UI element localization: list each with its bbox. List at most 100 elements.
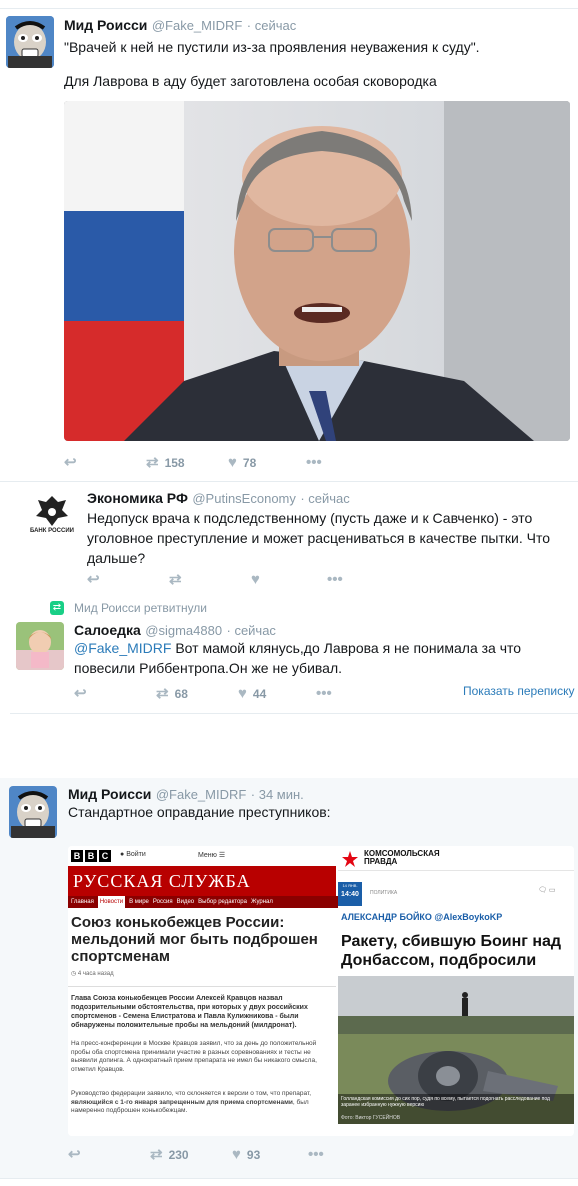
retweet-button[interactable]: ⇄ 68 xyxy=(156,686,188,702)
bbc-logo: B B C xyxy=(71,850,111,862)
retweet-count: 158 xyxy=(164,456,185,470)
heart-icon: ♥ xyxy=(228,454,237,471)
retweet-button[interactable]: ⇄ 230 xyxy=(150,1147,189,1163)
kp-share-icons[interactable]: 🗨 ▭ xyxy=(538,886,555,894)
author-name[interactable]: Мид Роисси xyxy=(64,17,147,33)
retweet-icon: ⇄ xyxy=(50,601,64,615)
tweet-text: @Fake_MIDRF Вот мамой клянусь,до Лаврова… xyxy=(74,638,554,678)
avatar[interactable] xyxy=(16,622,64,670)
retweet-count: 68 xyxy=(174,687,188,701)
reply-icon: ↩ xyxy=(87,571,100,588)
tweet-actions: ↩ ⇄ 230 ♥ 93 ••• xyxy=(68,1147,508,1165)
tweet-text-line2: Для Лаврова в аду будет заготовлена особ… xyxy=(64,73,437,89)
author-name[interactable]: Салоедка xyxy=(74,622,141,638)
reply-button[interactable]: ↩ xyxy=(87,572,100,588)
bbc-login[interactable]: ● Войти xyxy=(120,851,146,858)
tweet-photo[interactable] xyxy=(64,101,570,441)
more-button[interactable]: ••• xyxy=(327,572,343,588)
bbc-header: РУССКАЯ СЛУЖБА xyxy=(68,866,336,896)
tweet-actions: ↩ ⇄ 68 ♥ 44 ••• xyxy=(74,686,474,704)
bbc-service-title: РУССКАЯ СЛУЖБА xyxy=(73,871,251,891)
more-icon: ••• xyxy=(327,571,343,588)
more-icon: ••• xyxy=(316,685,332,702)
like-count: 93 xyxy=(246,1148,261,1162)
bbc-paragraph: Руководство федерации заявило, что склон… xyxy=(71,1090,312,1114)
mention-link[interactable]: @Fake_MIDRF xyxy=(74,640,171,656)
divider xyxy=(0,481,578,482)
user-icon: ● xyxy=(120,851,125,858)
tweet-text: Стандартное оправдание преступников: xyxy=(68,804,331,820)
menu-icon: ☰ xyxy=(218,852,226,859)
clock-icon: ◷ xyxy=(71,971,77,977)
bbc-lead: Глава Союза конькобежцев России Алексей … xyxy=(71,995,308,1029)
tweet-photo[interactable]: B B C ● Войти Меню ☰ РУССКАЯ СЛУЖБА Глав… xyxy=(68,846,574,1136)
kp-date-badge: 14 ЯНВ. 14:40 xyxy=(338,882,362,906)
heart-icon: ♥ xyxy=(238,685,247,702)
more-icon: ••• xyxy=(308,1146,324,1163)
kp-author: АЛЕКСАНДР БОЙКО @AlexBoykoKP xyxy=(341,912,503,922)
bbc-nav-item[interactable]: Выбор редактора xyxy=(198,896,247,908)
bbc-nav-item[interactable]: Видео xyxy=(177,896,195,908)
reply-button[interactable]: ↩ xyxy=(64,455,77,471)
timestamp[interactable]: · 34 мин. xyxy=(251,787,304,802)
timestamp[interactable]: · сейчас xyxy=(247,18,296,33)
avatar[interactable]: БАНК РОССИИ xyxy=(28,490,76,538)
bbc-screenshot: B B C ● Войти Меню ☰ РУССКАЯ СЛУЖБА Глав… xyxy=(68,846,339,1136)
more-icon: ••• xyxy=(306,454,322,471)
more-button[interactable]: ••• xyxy=(306,455,322,471)
author-handle[interactable]: @Fake_MIDRF xyxy=(156,787,247,802)
retweet-button[interactable]: ⇄ 158 xyxy=(146,455,185,471)
retweet-count: 230 xyxy=(168,1148,189,1162)
retweet-notice: ⇄ Мид Роисси ретвитнули xyxy=(50,601,207,615)
author-name[interactable]: Мид Роисси xyxy=(68,786,151,802)
kp-star-icon xyxy=(341,850,359,868)
bbc-nav: Главная Новости В мире Россия Видео Выбо… xyxy=(68,896,339,908)
like-button[interactable]: ♥ 44 xyxy=(238,686,266,702)
kp-section: ПОЛИТИКА xyxy=(370,890,398,896)
divider xyxy=(0,8,578,9)
timestamp[interactable]: · сейчас xyxy=(227,623,276,638)
bbc-paragraph: На пресс-конференции в Москве Кравцов за… xyxy=(71,1040,317,1073)
retweet-button[interactable]: ⇄ xyxy=(169,572,182,588)
tweet-actions: ↩ ⇄ 158 ♥ 78 ••• xyxy=(64,455,564,473)
tweet-text: Недопуск врача к подследственному (пусть… xyxy=(87,510,554,566)
kp-photo-credit: Фото: Виктор ГУСЕЙНОВ xyxy=(341,1115,401,1121)
tweet-actions: ↩ ⇄ ♥ ••• xyxy=(87,572,557,590)
reply-icon: ↩ xyxy=(64,454,77,471)
like-button[interactable]: ♥ 93 xyxy=(232,1147,260,1163)
retweet-icon: ⇄ xyxy=(169,571,182,588)
kp-photo: Голландская комиссия до сих пор, судя по… xyxy=(338,976,574,1124)
avatar[interactable] xyxy=(6,16,54,68)
bbc-nav-item[interactable]: В мире xyxy=(129,896,149,908)
bbc-nav-item[interactable]: Новости xyxy=(97,896,126,908)
more-button[interactable]: ••• xyxy=(308,1147,324,1163)
kp-photo-caption: Голландская комиссия до сих пор, судя по… xyxy=(341,1096,550,1108)
author-handle[interactable]: @sigma4880 xyxy=(145,623,222,638)
avatar[interactable] xyxy=(9,786,57,838)
like-count: 44 xyxy=(252,687,267,701)
timestamp[interactable]: · сейчас xyxy=(300,491,349,506)
reply-button[interactable]: ↩ xyxy=(68,1147,81,1163)
bbc-headline: Союз конькобежцев России: мельдоний мог … xyxy=(71,914,318,965)
show-conversation-link[interactable]: Показать переписку xyxy=(463,684,578,698)
avatar-label: БАНК РОССИИ xyxy=(30,528,74,534)
author-handle[interactable]: @PutinsEconomy xyxy=(192,491,296,506)
reply-icon: ↩ xyxy=(74,685,87,702)
divider xyxy=(10,713,578,714)
bbc-menu[interactable]: Меню ☰ xyxy=(198,851,225,859)
bbc-nav-item[interactable]: Журнал xyxy=(251,896,273,908)
like-count: 78 xyxy=(242,456,257,470)
reply-button[interactable]: ↩ xyxy=(74,686,87,702)
kp-screenshot: КОМСОМОЛЬСКАЯ ПРАВДА 14 ЯНВ. 14:40 ПОЛИТИ… xyxy=(338,846,574,1136)
retweet-icon: ⇄ xyxy=(156,685,169,702)
bbc-nav-item[interactable]: Россия xyxy=(153,896,173,908)
heart-icon: ♥ xyxy=(232,1146,241,1163)
retweet-notice-text: Мид Роисси ретвитнули xyxy=(74,601,208,615)
like-button[interactable]: ♥ xyxy=(251,572,260,588)
like-button[interactable]: ♥ 78 xyxy=(228,455,256,471)
more-button[interactable]: ••• xyxy=(316,686,332,702)
author-name[interactable]: Экономика РФ xyxy=(87,490,188,506)
bbc-nav-item[interactable]: Главная xyxy=(71,896,94,908)
author-handle[interactable]: @Fake_MIDRF xyxy=(152,18,243,33)
tweet-text-line1: "Врачей к ней не пустили из-за проявлени… xyxy=(64,39,480,55)
